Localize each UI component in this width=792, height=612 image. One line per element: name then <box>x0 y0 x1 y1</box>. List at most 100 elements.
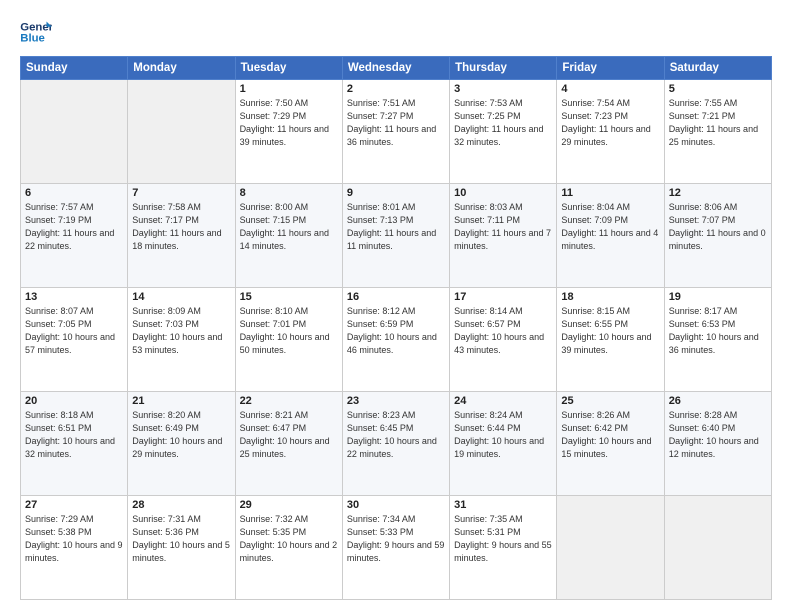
page: General Blue SundayMondayTuesdayWednesda… <box>0 0 792 612</box>
day-number: 29 <box>240 499 338 511</box>
day-number: 7 <box>132 187 230 199</box>
day-detail: Sunrise: 8:09 AMSunset: 7:03 PMDaylight:… <box>132 305 230 357</box>
day-number: 27 <box>25 499 123 511</box>
weekday-saturday: Saturday <box>664 57 771 80</box>
calendar-cell: 5Sunrise: 7:55 AMSunset: 7:21 PMDaylight… <box>664 80 771 184</box>
day-number: 19 <box>669 291 767 303</box>
calendar-cell: 21 Sunrise: 8:20 AMSunset: 6:49 PMDayligh… <box>128 392 235 496</box>
day-number: 23 <box>347 395 445 407</box>
calendar-cell <box>21 80 128 184</box>
day-number: 15 <box>240 291 338 303</box>
calendar-cell: 20 Sunrise: 8:18 AMSunset: 6:51 PMDayligh… <box>21 392 128 496</box>
logo-icon: General Blue <box>20 18 52 46</box>
day-detail: Sunrise: 8:28 AMSunset: 6:40 PMDaylight:… <box>669 409 767 461</box>
day-detail: Sunrise: 7:29 AMSunset: 5:38 PMDaylight:… <box>25 513 123 565</box>
day-number: 4 <box>561 83 659 95</box>
calendar-cell: 29 Sunrise: 7:32 AMSunset: 5:35 PMDayligh… <box>235 496 342 600</box>
day-detail: Sunrise: 7:31 AMSunset: 5:36 PMDaylight:… <box>132 513 230 565</box>
day-number: 14 <box>132 291 230 303</box>
day-detail: Sunrise: 7:55 AMSunset: 7:21 PMDaylight:… <box>669 97 767 149</box>
calendar-cell: 18 Sunrise: 8:15 AMSunset: 6:55 PMDayligh… <box>557 288 664 392</box>
day-detail: Sunrise: 7:32 AMSunset: 5:35 PMDaylight:… <box>240 513 338 565</box>
weekday-tuesday: Tuesday <box>235 57 342 80</box>
calendar-cell: 30 Sunrise: 7:34 AMSunset: 5:33 PMDayligh… <box>342 496 449 600</box>
day-detail: Sunrise: 7:35 AMSunset: 5:31 PMDaylight:… <box>454 513 552 565</box>
calendar-cell: 16Sunrise: 8:12 AMSunset: 6:59 PMDayligh… <box>342 288 449 392</box>
day-detail: Sunrise: 8:14 AMSunset: 6:57 PMDaylight:… <box>454 305 552 357</box>
day-detail: Sunrise: 8:20 AMSunset: 6:49 PMDaylight:… <box>132 409 230 461</box>
day-detail: Sunrise: 7:57 AMSunset: 7:19 PMDaylight:… <box>25 201 123 253</box>
calendar-cell: 2Sunrise: 7:51 AMSunset: 7:27 PMDaylight… <box>342 80 449 184</box>
calendar-cell: 26 Sunrise: 8:28 AMSunset: 6:40 PMDayligh… <box>664 392 771 496</box>
day-number: 6 <box>25 187 123 199</box>
day-detail: Sunrise: 8:10 AMSunset: 7:01 PMDaylight:… <box>240 305 338 357</box>
calendar-cell: 23 Sunrise: 8:23 AMSunset: 6:45 PMDayligh… <box>342 392 449 496</box>
calendar-cell: 7Sunrise: 7:58 AMSunset: 7:17 PMDaylight… <box>128 184 235 288</box>
calendar-cell: 6 Sunrise: 7:57 AMSunset: 7:19 PMDaylight… <box>21 184 128 288</box>
week-row-4: 20 Sunrise: 8:18 AMSunset: 6:51 PMDayligh… <box>21 392 772 496</box>
day-detail: Sunrise: 8:26 AMSunset: 6:42 PMDaylight:… <box>561 409 659 461</box>
day-number: 1 <box>240 83 338 95</box>
weekday-thursday: Thursday <box>450 57 557 80</box>
day-detail: Sunrise: 8:07 AMSunset: 7:05 PMDaylight:… <box>25 305 123 357</box>
day-number: 25 <box>561 395 659 407</box>
calendar-cell: 17 Sunrise: 8:14 AMSunset: 6:57 PMDayligh… <box>450 288 557 392</box>
day-detail: Sunrise: 8:04 AMSunset: 7:09 PMDaylight:… <box>561 201 659 253</box>
logo: General Blue <box>20 18 52 46</box>
calendar-cell: 31 Sunrise: 7:35 AMSunset: 5:31 PMDayligh… <box>450 496 557 600</box>
day-detail: Sunrise: 7:50 AMSunset: 7:29 PMDaylight:… <box>240 97 338 149</box>
calendar-cell <box>128 80 235 184</box>
day-detail: Sunrise: 8:06 AMSunset: 7:07 PMDaylight:… <box>669 201 767 253</box>
day-detail: Sunrise: 8:21 AMSunset: 6:47 PMDaylight:… <box>240 409 338 461</box>
calendar-table: SundayMondayTuesdayWednesdayThursdayFrid… <box>20 56 772 600</box>
day-number: 28 <box>132 499 230 511</box>
day-number: 11 <box>561 187 659 199</box>
calendar-cell: 15 Sunrise: 8:10 AMSunset: 7:01 PMDayligh… <box>235 288 342 392</box>
day-number: 17 <box>454 291 552 303</box>
calendar-cell: 13 Sunrise: 8:07 AMSunset: 7:05 PMDayligh… <box>21 288 128 392</box>
day-number: 24 <box>454 395 552 407</box>
day-detail: Sunrise: 8:03 AMSunset: 7:11 PMDaylight:… <box>454 201 552 253</box>
day-detail: Sunrise: 8:17 AMSunset: 6:53 PMDaylight:… <box>669 305 767 357</box>
calendar-cell: 28 Sunrise: 7:31 AMSunset: 5:36 PMDayligh… <box>128 496 235 600</box>
day-detail: Sunrise: 8:01 AMSunset: 7:13 PMDaylight:… <box>347 201 445 253</box>
calendar-cell: 9 Sunrise: 8:01 AMSunset: 7:13 PMDaylight… <box>342 184 449 288</box>
day-number: 18 <box>561 291 659 303</box>
week-row-1: 1 Sunrise: 7:50 AMSunset: 7:29 PMDaylight… <box>21 80 772 184</box>
header: General Blue <box>20 18 772 46</box>
day-number: 22 <box>240 395 338 407</box>
calendar-cell: 3Sunrise: 7:53 AMSunset: 7:25 PMDaylight… <box>450 80 557 184</box>
calendar-cell: 19 Sunrise: 8:17 AMSunset: 6:53 PMDayligh… <box>664 288 771 392</box>
day-number: 12 <box>669 187 767 199</box>
day-number: 21 <box>132 395 230 407</box>
day-detail: Sunrise: 8:18 AMSunset: 6:51 PMDaylight:… <box>25 409 123 461</box>
calendar-cell: 10Sunrise: 8:03 AMSunset: 7:11 PMDayligh… <box>450 184 557 288</box>
day-detail: Sunrise: 7:34 AMSunset: 5:33 PMDaylight:… <box>347 513 445 565</box>
day-detail: Sunrise: 8:12 AMSunset: 6:59 PMDaylight:… <box>347 305 445 357</box>
day-number: 3 <box>454 83 552 95</box>
calendar-cell: 8Sunrise: 8:00 AMSunset: 7:15 PMDaylight… <box>235 184 342 288</box>
calendar-cell: 1 Sunrise: 7:50 AMSunset: 7:29 PMDaylight… <box>235 80 342 184</box>
calendar-cell: 14 Sunrise: 8:09 AMSunset: 7:03 PMDayligh… <box>128 288 235 392</box>
day-number: 2 <box>347 83 445 95</box>
day-detail: Sunrise: 7:54 AMSunset: 7:23 PMDaylight:… <box>561 97 659 149</box>
day-number: 13 <box>25 291 123 303</box>
weekday-wednesday: Wednesday <box>342 57 449 80</box>
day-detail: Sunrise: 8:23 AMSunset: 6:45 PMDaylight:… <box>347 409 445 461</box>
week-row-3: 13 Sunrise: 8:07 AMSunset: 7:05 PMDayligh… <box>21 288 772 392</box>
day-number: 20 <box>25 395 123 407</box>
calendar-cell: 25 Sunrise: 8:26 AMSunset: 6:42 PMDayligh… <box>557 392 664 496</box>
day-number: 30 <box>347 499 445 511</box>
calendar-cell <box>664 496 771 600</box>
svg-text:Blue: Blue <box>20 33 45 45</box>
day-number: 26 <box>669 395 767 407</box>
week-row-2: 6 Sunrise: 7:57 AMSunset: 7:19 PMDaylight… <box>21 184 772 288</box>
day-detail: Sunrise: 8:15 AMSunset: 6:55 PMDaylight:… <box>561 305 659 357</box>
day-detail: Sunrise: 8:00 AMSunset: 7:15 PMDaylight:… <box>240 201 338 253</box>
weekday-friday: Friday <box>557 57 664 80</box>
calendar-cell <box>557 496 664 600</box>
calendar-cell: 11 Sunrise: 8:04 AMSunset: 7:09 PMDayligh… <box>557 184 664 288</box>
weekday-header-row: SundayMondayTuesdayWednesdayThursdayFrid… <box>21 57 772 80</box>
day-number: 31 <box>454 499 552 511</box>
day-number: 9 <box>347 187 445 199</box>
